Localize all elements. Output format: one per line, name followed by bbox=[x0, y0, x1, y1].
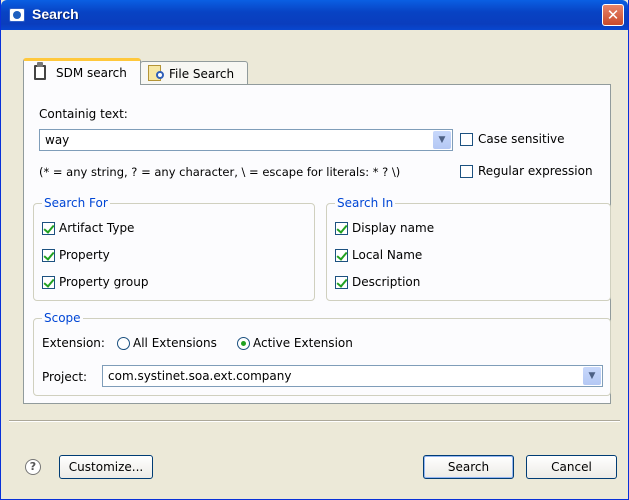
window-title: Search bbox=[32, 6, 79, 22]
property-group-label: Property group bbox=[59, 275, 149, 289]
help-icon[interactable]: ? bbox=[25, 459, 41, 475]
regular-expression-label: Regular expression bbox=[478, 164, 593, 178]
artifact-type-checkbox[interactable] bbox=[42, 222, 55, 235]
regular-expression-checkbox[interactable] bbox=[460, 165, 473, 178]
all-extensions-radio[interactable] bbox=[117, 337, 130, 350]
title-bar[interactable]: Search ✕ bbox=[1, 0, 628, 30]
active-extension-label: Active Extension bbox=[253, 336, 353, 350]
chevron-down-icon[interactable]: ▼ bbox=[583, 367, 601, 385]
tab-file-search[interactable]: File Search bbox=[140, 61, 248, 85]
tab-label: File Search bbox=[169, 67, 235, 81]
search-button[interactable]: Search bbox=[423, 455, 514, 479]
scope-group: Scope Extension: All Extensions Active E… bbox=[33, 311, 611, 396]
case-sensitive-checkbox[interactable] bbox=[460, 133, 473, 146]
property-label: Property bbox=[59, 248, 110, 262]
project-label: Project: bbox=[42, 370, 88, 384]
active-extension-radio[interactable] bbox=[237, 337, 250, 350]
close-button[interactable]: ✕ bbox=[602, 4, 624, 26]
property-group-checkbox[interactable] bbox=[42, 276, 55, 289]
tab-label: SDM search bbox=[56, 66, 127, 80]
local-name-checkbox[interactable] bbox=[335, 249, 348, 262]
local-name-label: Local Name bbox=[352, 248, 423, 262]
app-icon bbox=[9, 8, 25, 22]
search-for-title: Search For bbox=[42, 196, 110, 210]
case-sensitive-label: Case sensitive bbox=[478, 132, 565, 146]
search-for-group: Search For Artifact Type Property Proper… bbox=[33, 196, 315, 301]
wildcard-hint: (* = any string, ? = any character, \ = … bbox=[39, 165, 401, 179]
file-search-lens bbox=[156, 71, 164, 79]
display-name-checkbox[interactable] bbox=[335, 222, 348, 235]
artifact-type-label: Artifact Type bbox=[59, 221, 135, 235]
search-dialog: Search ✕ SDM search File Search Containi… bbox=[0, 0, 629, 500]
clipboard-icon bbox=[34, 65, 46, 80]
customize-button[interactable]: Customize... bbox=[59, 455, 153, 479]
description-checkbox[interactable] bbox=[335, 276, 348, 289]
project-combo[interactable]: com.systinet.soa.ext.company ▼ bbox=[102, 365, 603, 387]
scope-title: Scope bbox=[42, 311, 83, 325]
all-extensions-label: All Extensions bbox=[133, 336, 217, 350]
clipboard-clip bbox=[37, 62, 43, 67]
cancel-button[interactable]: Cancel bbox=[526, 455, 617, 479]
tab-panel: Containig text: way ▼ Case sensitive (* … bbox=[23, 84, 611, 404]
containing-text-combo[interactable]: way ▼ bbox=[39, 129, 453, 151]
extension-label: Extension: bbox=[42, 336, 105, 350]
containing-text-label: Containig text: bbox=[39, 107, 128, 121]
tab-sdm-search[interactable]: SDM search bbox=[23, 58, 141, 85]
search-in-title: Search In bbox=[335, 196, 396, 210]
search-in-group: Search In Display name Local Name Descri… bbox=[326, 196, 611, 301]
project-value: com.systinet.soa.ext.company bbox=[108, 369, 292, 383]
property-checkbox[interactable] bbox=[42, 249, 55, 262]
containing-text-value: way bbox=[45, 133, 70, 147]
description-label: Description bbox=[352, 275, 421, 289]
separator bbox=[9, 420, 620, 422]
display-name-label: Display name bbox=[352, 221, 435, 235]
chevron-down-icon[interactable]: ▼ bbox=[433, 131, 451, 149]
